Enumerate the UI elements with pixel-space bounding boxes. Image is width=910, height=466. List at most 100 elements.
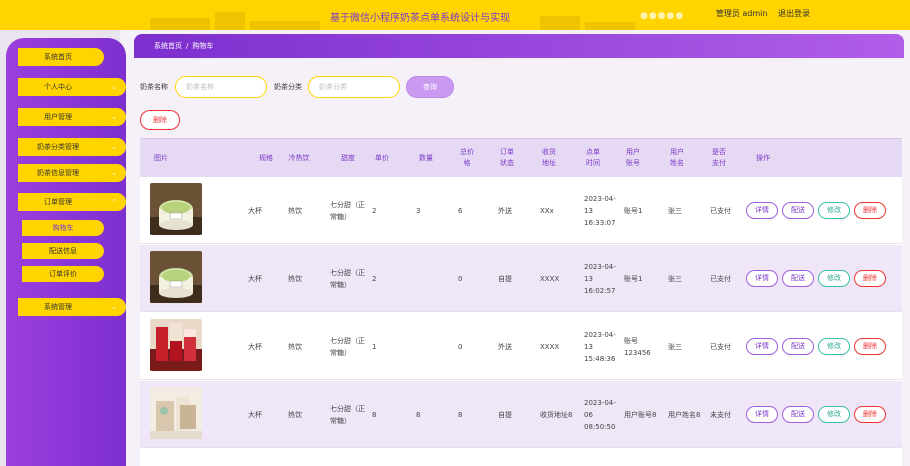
- delete-button[interactable]: 删除: [854, 338, 886, 355]
- cell-qty: 3: [416, 206, 421, 215]
- skyline-decoration: [150, 18, 210, 30]
- cell-time: 2023-04-06 08:50:50: [584, 398, 616, 431]
- sidebar-item-label: 用户管理: [44, 113, 72, 121]
- sidebar-item-personal[interactable]: 个人中心 ⌄: [18, 78, 126, 96]
- chevron-down-icon: ⌄: [111, 83, 117, 91]
- bulk-delete-button[interactable]: 删除: [140, 110, 180, 130]
- delivery-button[interactable]: 配送: [782, 202, 814, 219]
- chevron-down-icon: ⌄: [111, 303, 117, 311]
- cell-price: 1: [372, 342, 377, 351]
- col-spec: 规格: [259, 153, 273, 162]
- breadcrumb-home[interactable]: 系统首页: [154, 42, 182, 50]
- detail-button[interactable]: 详情: [746, 406, 778, 423]
- col-sweet: 甜度: [341, 153, 355, 162]
- cell-sweetness: 七分甜（正常糖）: [330, 404, 365, 425]
- edit-button[interactable]: 修改: [818, 338, 850, 355]
- cell-spec: 大杯: [248, 274, 262, 283]
- cell-price: 2: [372, 274, 377, 283]
- cell-spec: 大杯: [248, 410, 262, 419]
- delete-button[interactable]: 删除: [854, 270, 886, 287]
- table-row: 大杯 热饮 七分甜（正常糖） 1 0 外送 XXXX 2023-04-13 15:48:36 账…: [140, 313, 902, 380]
- table-row: 大杯 热饮 七分甜（正常糖） 2 3 6 外送 XXx 2023-04-13 16:33:07 账…: [140, 177, 902, 244]
- cell-temp: 热饮: [288, 274, 302, 283]
- cell-status: 自提: [498, 410, 512, 419]
- cell-account: 用户账号8: [624, 410, 657, 419]
- cell-temp: 热饮: [288, 342, 302, 351]
- top-bar: ●●●●● 基于微信小程序奶茶点单系统设计与实现 管理员 admin 退出登录: [0, 0, 910, 30]
- tea-name-input[interactable]: 奶茶名称: [175, 76, 267, 98]
- col-status: 订单状态: [500, 148, 514, 167]
- sidebar-item-label: 订单管理: [44, 198, 72, 206]
- sidebar-subitem-cart[interactable]: 购物车: [22, 220, 104, 236]
- delivery-button[interactable]: 配送: [782, 406, 814, 423]
- cell-account: 账号123456: [624, 336, 651, 357]
- breadcrumb: 系统首页 / 购物车: [134, 34, 904, 58]
- sidebar-item-label: 系统首页: [44, 53, 72, 61]
- sidebar-item-orders[interactable]: 订单管理 ⌃: [18, 193, 126, 211]
- tea-category-input[interactable]: 奶茶分类: [308, 76, 400, 98]
- col-account: 用户账号: [626, 148, 640, 167]
- chevron-down-icon: ⌄: [111, 143, 117, 151]
- skyline-decoration: [540, 16, 580, 30]
- detail-button[interactable]: 详情: [746, 270, 778, 287]
- breadcrumb-separator: /: [186, 42, 189, 50]
- cell-sweetness: 七分甜（正常糖）: [330, 200, 365, 221]
- sidebar-item-tea-category[interactable]: 奶茶分类管理 ⌄: [18, 138, 126, 156]
- sidebar-item-system[interactable]: 系统管理 ⌄: [18, 298, 126, 316]
- sidebar-subitem-delivery[interactable]: 配送信息: [22, 243, 104, 259]
- col-address: 收货地址: [542, 148, 556, 167]
- chevron-down-icon: ⌄: [111, 169, 117, 177]
- col-total: 总价格: [460, 148, 474, 167]
- cell-paid: 已支付: [710, 342, 731, 351]
- cell-total: 0: [458, 342, 463, 351]
- sidebar-item-users[interactable]: 用户管理 ⌄: [18, 108, 126, 126]
- cell-address: XXXX: [540, 274, 560, 283]
- cart-table: 图片 规格 冷热饮 甜度 单价 数量 总价格 订单状态 收货地址 点单时间 用户…: [140, 138, 902, 466]
- col-temp: 冷热饮: [288, 153, 310, 162]
- cell-name: 用户姓名8: [668, 410, 701, 419]
- edit-button[interactable]: 修改: [818, 270, 850, 287]
- cell-qty: [416, 245, 452, 312]
- cell-spec: 大杯: [248, 206, 262, 215]
- col-price: 单价: [375, 153, 389, 162]
- app-title: 基于微信小程序奶茶点单系统设计与实现: [330, 13, 510, 24]
- cell-sweetness: 七分甜（正常糖）: [330, 336, 365, 357]
- sidebar-item-tea-info[interactable]: 奶茶信息管理 ⌄: [18, 164, 126, 182]
- col-time: 点单时间: [586, 148, 600, 167]
- product-image: [150, 183, 202, 235]
- cell-name: 张三: [668, 342, 682, 351]
- cell-total: 8: [458, 410, 463, 419]
- cell-time: 2023-04-13 16:02:57: [584, 262, 616, 295]
- tea-category-label: 奶茶分类: [274, 83, 302, 91]
- search-button[interactable]: 查询: [406, 76, 454, 98]
- cell-paid: 已支付: [710, 274, 731, 283]
- cell-qty: [416, 313, 452, 380]
- sidebar-item-home[interactable]: 系统首页: [18, 48, 104, 66]
- delete-button[interactable]: 删除: [854, 406, 886, 423]
- delete-button[interactable]: 删除: [854, 202, 886, 219]
- cell-account: 账号1: [624, 274, 643, 283]
- col-name: 用户姓名: [670, 148, 684, 167]
- cell-price: 2: [372, 206, 377, 215]
- edit-button[interactable]: 修改: [818, 406, 850, 423]
- detail-button[interactable]: 详情: [746, 338, 778, 355]
- cell-account: 账号1: [624, 206, 643, 215]
- cell-paid: 已支付: [710, 206, 731, 215]
- cell-name: 张三: [668, 206, 682, 215]
- cell-address: XXXX: [540, 342, 560, 351]
- cell-name: 张三: [668, 274, 682, 283]
- detail-button[interactable]: 详情: [746, 202, 778, 219]
- edit-button[interactable]: 修改: [818, 202, 850, 219]
- delivery-button[interactable]: 配送: [782, 338, 814, 355]
- table-row: 大杯 热饮 七分甜（正常糖） 8 8 8 自提 收货地址8 2023-04-06 08:50:5…: [140, 381, 902, 448]
- sidebar-item-label: 奶茶分类管理: [37, 143, 79, 151]
- sidebar-subitem-reviews[interactable]: 订单评价: [22, 266, 104, 282]
- logout-link[interactable]: 退出登录: [778, 9, 810, 18]
- cell-price: 8: [372, 410, 377, 419]
- col-image: 图片: [154, 153, 168, 162]
- product-image: [150, 387, 202, 439]
- delivery-button[interactable]: 配送: [782, 270, 814, 287]
- chevron-up-icon: ⌃: [111, 198, 117, 206]
- col-qty: 数量: [419, 153, 433, 162]
- user-area: 管理员 admin 退出登录: [716, 8, 810, 19]
